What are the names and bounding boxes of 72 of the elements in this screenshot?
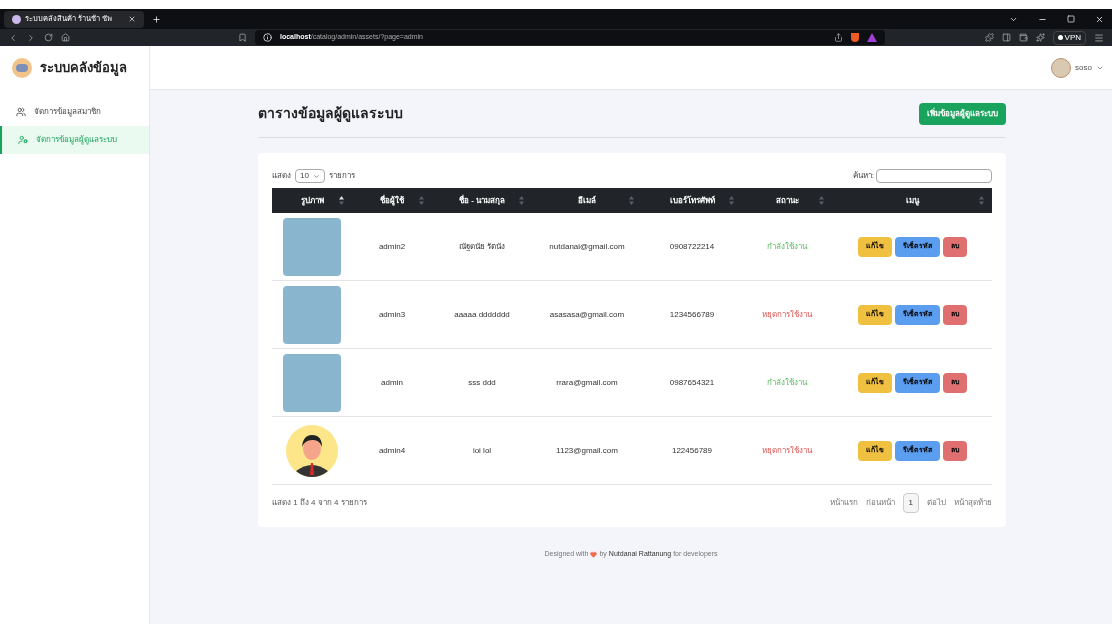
- page-title: ตารางข้อมูลผู้ดูแลระบบ: [258, 104, 403, 124]
- pagination-link[interactable]: ต่อไป: [927, 497, 946, 509]
- column-header[interactable]: เมนู: [832, 188, 992, 213]
- column-header[interactable]: ชื่อ - นามสกุล: [432, 188, 532, 213]
- table-cell: asasasa@gmail.com: [532, 281, 642, 349]
- bookmark-icon[interactable]: [238, 33, 247, 42]
- table-cell: admin2: [352, 213, 432, 281]
- show-label: แสดง: [272, 170, 291, 182]
- info-icon: [263, 33, 272, 42]
- column-header[interactable]: อีเมล์: [532, 188, 642, 213]
- table-cell: nutdanai@gmail.com: [532, 213, 642, 281]
- photo-placeholder: [283, 285, 341, 344]
- status-text: หยุดการใช้งาน: [742, 417, 832, 485]
- status-text: กำลังใช้งาน: [742, 349, 832, 417]
- shield-icon[interactable]: [851, 33, 859, 42]
- pagination-link[interactable]: หน้าสุดท้าย: [954, 497, 992, 509]
- home-icon[interactable]: [61, 33, 70, 42]
- sort-icon[interactable]: [339, 196, 344, 205]
- table-cell: ioi lol: [432, 417, 532, 485]
- brand-name: ระบบคลังข้อมูล: [40, 59, 127, 78]
- reload-icon[interactable]: [44, 33, 53, 42]
- heart-icon: [590, 550, 598, 558]
- column-header[interactable]: สถานะ: [742, 188, 832, 213]
- photo-placeholder: [283, 353, 341, 412]
- share-icon[interactable]: [834, 33, 843, 42]
- back-icon[interactable]: [8, 32, 18, 43]
- column-header[interactable]: รูปภาพ: [272, 188, 352, 213]
- table-cell: aaaaa ddddddd: [432, 281, 532, 349]
- table-cell: admin3: [352, 281, 432, 349]
- table-info: แสดง 1 ถึง 4 จาก 4 รายการ: [272, 497, 367, 509]
- user-avatar[interactable]: [1051, 57, 1072, 78]
- triangle-icon[interactable]: [867, 33, 877, 42]
- column-header[interactable]: ชื่อผู้ใช้: [352, 188, 432, 213]
- site-icon: [12, 14, 21, 24]
- close-icon[interactable]: [128, 15, 136, 23]
- table-cell: ณัฐดนัย รัตนัง: [432, 213, 532, 281]
- username-text[interactable]: soso: [1075, 61, 1092, 74]
- status-text: หยุดการใช้งาน: [742, 281, 832, 349]
- user-gear-icon: [18, 135, 28, 145]
- search-field[interactable]: [876, 169, 992, 183]
- menu-icon[interactable]: [1094, 32, 1104, 43]
- pagination-link[interactable]: ก่อนหน้า: [865, 497, 895, 509]
- table-cell: 0987654321: [642, 349, 742, 417]
- logo-icon: [12, 58, 32, 78]
- sidebar-icon[interactable]: [1001, 33, 1011, 42]
- table-cell: admin: [352, 349, 432, 417]
- close-window-icon[interactable]: [1095, 14, 1104, 24]
- wallet-icon[interactable]: [1018, 33, 1028, 42]
- forward-icon[interactable]: [26, 32, 36, 43]
- table-cell: 1234566789: [642, 281, 742, 349]
- pagination-link[interactable]: 1: [902, 493, 919, 513]
- table-cell: 122456789: [642, 417, 742, 485]
- table-cell: 1123@gmail.com: [532, 417, 642, 485]
- sidebar-item[interactable]: จัดการข้อมูลสมาชิก: [0, 98, 149, 126]
- status-text: กำลังใช้งาน: [742, 213, 832, 281]
- vpn-button[interactable]: VPN: [1052, 30, 1086, 45]
- extensions-icon[interactable]: [984, 33, 994, 42]
- photo-placeholder: [283, 217, 341, 276]
- table-cell: rrara@gmail.com: [532, 349, 642, 417]
- maximize-icon[interactable]: [1067, 15, 1075, 23]
- table-cell: 0908722214: [642, 213, 742, 281]
- avatar-icon: [286, 424, 338, 477]
- entries-label: รายการ: [328, 170, 355, 182]
- new-tab-icon[interactable]: [152, 14, 161, 24]
- search-label: ค้นหา:: [852, 170, 874, 182]
- column-header[interactable]: เบอร์โทรศัพท์: [642, 188, 742, 213]
- table-cell: admin4: [352, 417, 432, 485]
- page-length-select[interactable]: 10: [295, 169, 325, 183]
- users-icon: [16, 107, 26, 117]
- table-cell: sss ddd: [432, 349, 532, 417]
- sparkle-icon[interactable]: [1035, 33, 1045, 42]
- pagination-link[interactable]: หน้าแรก: [829, 497, 858, 509]
